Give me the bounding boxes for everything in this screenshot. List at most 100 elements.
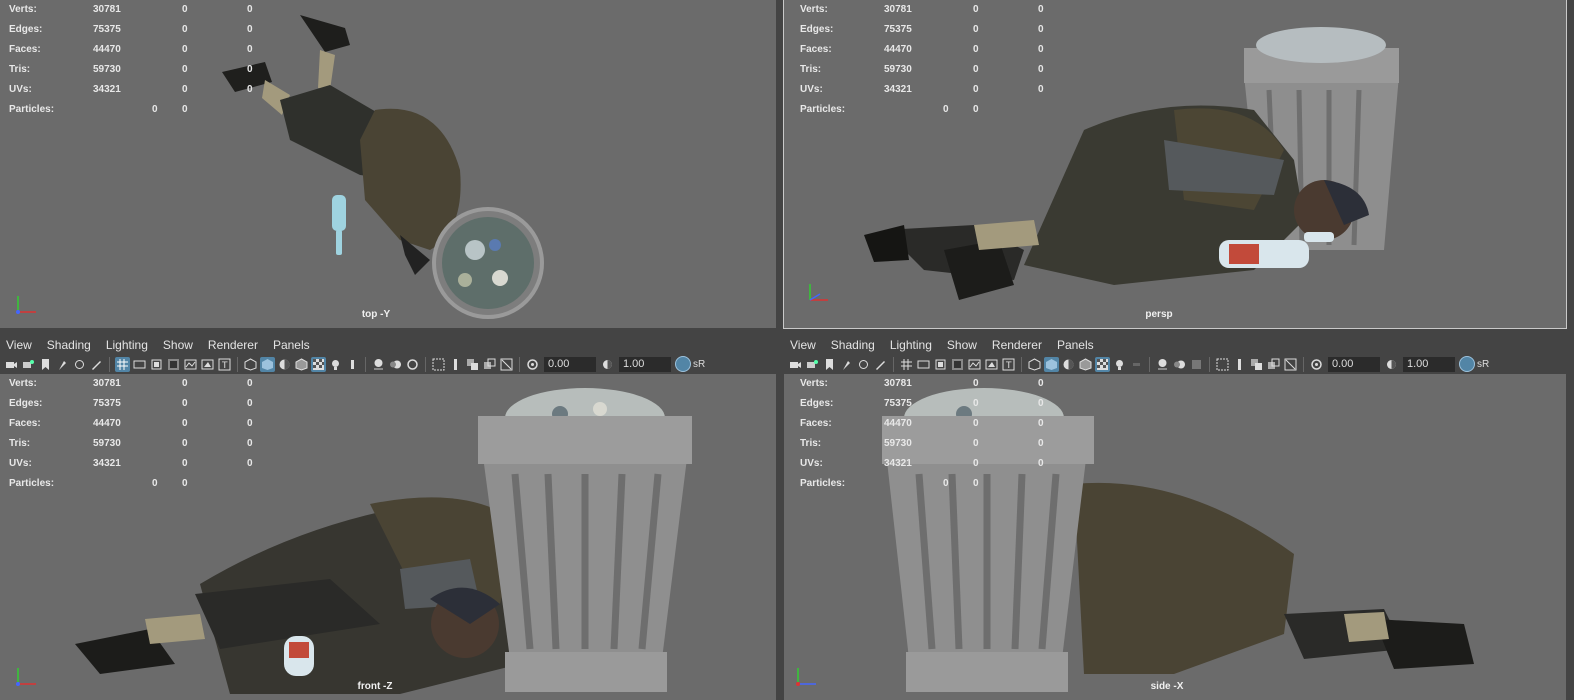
hud-value: 30781: [93, 4, 121, 15]
menu-shading[interactable]: Shading: [41, 336, 100, 354]
pin-icon[interactable]: [839, 357, 854, 372]
gamma-field[interactable]: 1.00: [1403, 356, 1455, 372]
exposure-icon[interactable]: [1309, 357, 1324, 372]
bookmark-icon[interactable]: [38, 357, 53, 372]
menu-bar-front: View Shading Lighting Show Renderer Pane…: [0, 336, 776, 354]
lights-icon[interactable]: [328, 357, 343, 372]
backface-icon[interactable]: [499, 357, 514, 372]
color-management-icon[interactable]: [1459, 356, 1475, 372]
menu-renderer[interactable]: Renderer: [202, 336, 267, 354]
menu-view[interactable]: View: [784, 336, 825, 354]
texture-icon[interactable]: [1095, 356, 1110, 372]
pin-icon[interactable]: [55, 357, 70, 372]
backface-icon[interactable]: [1283, 357, 1298, 372]
exposure-field[interactable]: 0.00: [1328, 356, 1380, 372]
hud-label: Edges:: [800, 398, 834, 409]
anti-alias-icon[interactable]: [405, 357, 420, 372]
hud-label: Edges:: [800, 24, 834, 35]
gate-mask-icon[interactable]: [166, 357, 181, 372]
isolate-icon[interactable]: [431, 357, 446, 372]
menu-lighting[interactable]: Lighting: [884, 336, 941, 354]
bookmark-icon[interactable]: [822, 357, 837, 372]
camera-lock-icon[interactable]: [805, 357, 820, 372]
hud-value: 0: [182, 438, 188, 449]
smooth-shade-icon[interactable]: [260, 356, 275, 372]
wireframe-on-shaded-icon[interactable]: [294, 357, 309, 372]
exposure-icon[interactable]: [525, 357, 540, 372]
viewport-persp[interactable]: Verts: 30781 0 0 Edges: 75375 0 0 Faces: 44470 0…: [783, 0, 1567, 329]
field-chart-icon[interactable]: [967, 357, 982, 372]
wireframe-icon[interactable]: [243, 357, 258, 372]
xray-active-icon[interactable]: [1266, 357, 1281, 372]
default-material-icon[interactable]: [1061, 357, 1076, 372]
menu-show[interactable]: Show: [157, 336, 202, 354]
hud-value: 75375: [884, 398, 912, 409]
motion-blur-icon[interactable]: [1172, 357, 1187, 372]
wireframe-on-shaded-icon[interactable]: [1078, 357, 1093, 372]
xray-icon[interactable]: [448, 357, 463, 372]
lights-icon[interactable]: [1112, 357, 1127, 372]
xray-active-icon[interactable]: [482, 357, 497, 372]
safe-title-icon[interactable]: T: [217, 357, 232, 372]
hud-stats: Verts: 30781 0 0 Edges: 75375 0 0 Faces: 44470 0…: [800, 4, 1060, 124]
menu-panels[interactable]: Panels: [267, 336, 319, 354]
safe-action-icon[interactable]: [200, 357, 215, 372]
film-gate-icon[interactable]: [132, 357, 147, 372]
gate-mask-icon[interactable]: [950, 357, 965, 372]
toolbar-divider: [1303, 356, 1304, 372]
gamma-field[interactable]: 1.00: [619, 356, 671, 372]
hud-value: 0: [182, 418, 188, 429]
camera-lock-icon[interactable]: [21, 357, 36, 372]
viewport-front[interactable]: Verts: 30781 0 0 Edges: 75375 0 0 Faces: 44470 0…: [0, 374, 776, 700]
menu-renderer[interactable]: Renderer: [986, 336, 1051, 354]
menu-panels[interactable]: Panels: [1051, 336, 1103, 354]
menu-view[interactable]: View: [0, 336, 41, 354]
snap-icon[interactable]: [856, 357, 871, 372]
hud-label: Tris:: [9, 64, 31, 75]
hud-label: UVs:: [800, 458, 823, 469]
xray-joints-icon[interactable]: [1249, 357, 1264, 372]
film-gate-icon[interactable]: [916, 357, 931, 372]
xray-joints-icon[interactable]: [465, 357, 480, 372]
hud-value: 34321: [884, 84, 912, 95]
grid-icon[interactable]: [115, 356, 130, 372]
menu-shading[interactable]: Shading: [825, 336, 884, 354]
hud-value: 0: [973, 378, 979, 389]
viewport-top[interactable]: Verts: 30781 0 0 Edges: 75375 0 0 Faces: 44470 0…: [0, 0, 776, 328]
color-management-icon[interactable]: [675, 356, 691, 372]
texture-icon[interactable]: [311, 356, 326, 372]
color-space-label[interactable]: sR: [693, 359, 705, 370]
wireframe-icon[interactable]: [1027, 357, 1042, 372]
pencil-icon[interactable]: [873, 357, 888, 372]
resolution-gate-icon[interactable]: [149, 357, 164, 372]
hud-label: Tris:: [800, 64, 822, 75]
shadows-icon[interactable]: [345, 357, 360, 372]
menu-show[interactable]: Show: [941, 336, 986, 354]
svg-text:T: T: [221, 361, 228, 371]
shadows-icon[interactable]: [1129, 357, 1144, 372]
smooth-shade-icon[interactable]: [1044, 356, 1059, 372]
exposure-field[interactable]: 0.00: [544, 356, 596, 372]
isolate-icon[interactable]: [1215, 357, 1230, 372]
viewport-side[interactable]: Verts: 30781 0 0 Edges: 75375 0 0 Faces: 44470 0…: [784, 374, 1566, 700]
default-material-icon[interactable]: [277, 357, 292, 372]
ambient-occlusion-icon[interactable]: [1155, 357, 1170, 372]
motion-blur-icon[interactable]: [388, 357, 403, 372]
pencil-icon[interactable]: [89, 357, 104, 372]
camera-icon[interactable]: [788, 357, 803, 372]
field-chart-icon[interactable]: [183, 357, 198, 372]
menu-lighting[interactable]: Lighting: [100, 336, 157, 354]
color-space-label[interactable]: sR: [1477, 359, 1489, 370]
gamma-icon[interactable]: [1384, 357, 1399, 372]
xray-icon[interactable]: [1232, 357, 1247, 372]
snap-icon[interactable]: [72, 357, 87, 372]
safe-action-icon[interactable]: [984, 357, 999, 372]
resolution-gate-icon[interactable]: [933, 357, 948, 372]
hud-row-edges: Edges: 75375 0 0: [9, 398, 269, 418]
anti-alias-icon[interactable]: [1189, 357, 1204, 372]
grid-icon[interactable]: [899, 357, 914, 372]
gamma-icon[interactable]: [600, 357, 615, 372]
camera-icon[interactable]: [4, 357, 19, 372]
safe-title-icon[interactable]: T: [1001, 357, 1016, 372]
ambient-occlusion-icon[interactable]: [371, 357, 386, 372]
